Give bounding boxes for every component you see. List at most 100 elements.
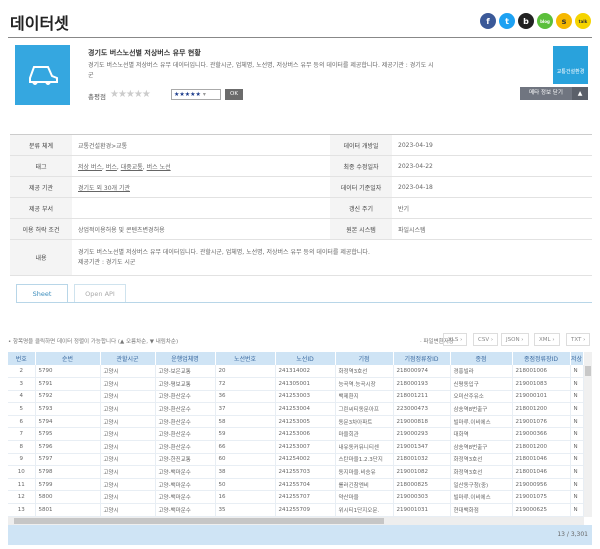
kakaostory-icon[interactable]: s — [556, 13, 572, 29]
table-row[interactable]: 135801고양시고양-백마운수35241255709위시티1단지오문.2190… — [8, 504, 583, 517]
provider-link[interactable]: 경기도 외 30개 기관 — [78, 185, 130, 192]
table-row[interactable]: 45792고양시고양-환산운수36241253003백제환지218001211오… — [8, 390, 583, 403]
kakaotalk-icon[interactable]: talk — [575, 13, 591, 29]
info-key: 원본 시스템 — [330, 219, 392, 240]
column-header[interactable]: 순번 — [35, 352, 100, 365]
table-cell: 화정역3호선 — [450, 453, 512, 466]
table-cell: 고양시 — [100, 378, 155, 391]
column-header[interactable]: 기점 — [335, 352, 393, 365]
table-cell: 72 — [215, 378, 275, 391]
table-cell: 241253005 — [275, 415, 335, 428]
table-cell: 5790 — [35, 365, 100, 378]
column-header[interactable]: 저상 — [570, 352, 583, 365]
rating-ok-button[interactable]: OK — [225, 89, 243, 100]
table-row[interactable]: 35791고양시고양-평보교통72241305001능곡역.능곡시장218000… — [8, 378, 583, 391]
table-cell: 고양시 — [100, 428, 155, 441]
data-grid: 번호순번관할시군운행업체명노선번호노선ID기점기점정류장ID종점종점정류장ID저… — [8, 352, 592, 517]
table-cell: 38 — [215, 466, 275, 479]
meta-info-toggle-button[interactable]: 메타 정보 닫기 — [520, 87, 572, 100]
download-txt-button[interactable]: TXT › — [566, 333, 590, 346]
table-cell: 13 — [8, 504, 35, 517]
column-header[interactable]: 운행업체명 — [155, 352, 215, 365]
tag-link[interactable]: 버스 노선 — [147, 164, 171, 171]
column-header[interactable]: 노선ID — [275, 352, 335, 365]
table-cell: 219001083 — [512, 378, 570, 391]
table-cell: 12 — [8, 491, 35, 504]
tag-link[interactable]: 버스 — [106, 164, 117, 171]
vertical-scroll-thumb[interactable] — [585, 366, 591, 376]
info-row: 내용경기도 버스노선별 저상버스 유무 데이터입니다. 관할시군, 업체명, 노… — [10, 240, 592, 276]
table-cell: 5798 — [35, 466, 100, 479]
table-cell: 20 — [215, 365, 275, 378]
info-row: 제공 기관경기도 외 30개 기관데이터 기준일자2023-04-18 — [10, 177, 592, 198]
table-cell: 동지마을.비승유 — [335, 466, 393, 479]
tab-open-api[interactable]: Open API — [74, 284, 126, 303]
table-cell: 218001046 — [512, 466, 570, 479]
table-row[interactable]: 115799고양시고양-백마운수50241255704롤러긴참엔비2180008… — [8, 478, 583, 491]
table-row[interactable]: 65794고양시고양-환산운수58241253005동문3차아파트2190008… — [8, 415, 583, 428]
info-row: 분류 체계교통건설환경>교통데이터 개방일2023-04-19 — [10, 135, 592, 156]
grid-footer — [8, 525, 592, 545]
table-row[interactable]: 95797고양시고양-한진교통60241254002스탄마을1.2.3단지218… — [8, 453, 583, 466]
column-header[interactable]: 종점정류장ID — [512, 352, 570, 365]
horizontal-scroll-thumb[interactable] — [14, 518, 384, 524]
info-value: 파일시스템 — [392, 219, 592, 240]
download-json-button[interactable]: JSON › — [501, 333, 529, 346]
twitter-icon[interactable]: t — [499, 13, 515, 29]
info-key: 최종 수정일자 — [330, 156, 392, 177]
band-icon[interactable]: b — [518, 13, 534, 29]
table-cell: 현대백화점 — [450, 504, 512, 517]
tag-link[interactable]: 저상 버스 — [78, 164, 102, 171]
column-header[interactable]: 번호 — [8, 352, 35, 365]
column-header[interactable]: 종점 — [450, 352, 512, 365]
table-cell: 고양시 — [100, 365, 155, 378]
download-xls-button[interactable]: XLS › — [443, 333, 467, 346]
table-row[interactable]: 105798고양시고양-백마운수38241255703동지마을.비승유21900… — [8, 466, 583, 479]
table-row[interactable]: 25790고양시고양-보은교통20241314002화정역3호선21800097… — [8, 365, 583, 378]
table-row[interactable]: 85796고양시고양-환산운수66241253007내유동커뮤니티센219001… — [8, 441, 583, 454]
table-cell: 고양-백마운수 — [155, 478, 215, 491]
table-cell: 218000193 — [393, 378, 450, 391]
table-cell: 50 — [215, 478, 275, 491]
table-cell: 5793 — [35, 403, 100, 416]
rating-select[interactable]: ★★★★★ ▾ — [171, 89, 221, 100]
download-csv-button[interactable]: CSV › — [473, 333, 498, 346]
vertical-scrollbar[interactable] — [584, 352, 592, 517]
table-cell: 223000473 — [393, 403, 450, 416]
table-row[interactable]: 75795고양시고양-환산운수59241253006마을회관219000293대… — [8, 428, 583, 441]
table-cell: 백제환지 — [335, 390, 393, 403]
blog-icon[interactable]: blog — [537, 13, 553, 29]
table-cell: N — [570, 466, 583, 479]
table-cell: N — [570, 491, 583, 504]
download-xml-button[interactable]: XML › — [534, 333, 560, 346]
table-cell: 고양시 — [100, 491, 155, 504]
column-header[interactable]: 기점정류장ID — [393, 352, 450, 365]
table-cell: 219000366 — [512, 428, 570, 441]
info-value: 경기도 외 30개 기관 — [72, 177, 330, 198]
info-value: 2023-04-19 — [392, 135, 592, 156]
chevron-down-icon: ▾ — [203, 91, 206, 98]
table-cell: 고양시 — [100, 403, 155, 416]
tag-link[interactable]: 대중교통 — [121, 164, 143, 171]
info-value — [72, 198, 330, 219]
info-content: 경기도 버스노선별 저상버스 유무 데이터입니다. 관할시군, 업체명, 노선명… — [72, 240, 592, 276]
table-cell: 16 — [215, 491, 275, 504]
table-row[interactable]: 55793고양시고양-환산운수37241253004그린씨티동문아프223000… — [8, 403, 583, 416]
table-cell: 5 — [8, 403, 35, 416]
dataset-car-icon — [15, 45, 70, 105]
column-header[interactable]: 노선번호 — [215, 352, 275, 365]
table-row[interactable]: 125800고양시고양-백마운수16241255707약산마을219000303… — [8, 491, 583, 504]
tab-sheet[interactable]: Sheet — [16, 284, 68, 303]
facebook-icon[interactable]: f — [480, 13, 496, 29]
info-key: 제공 기관 — [10, 177, 72, 198]
chevron-up-icon[interactable]: ▲ — [572, 87, 588, 100]
info-value: 교통건설환경>교통 — [72, 135, 330, 156]
info-key: 이용 허락 조건 — [10, 219, 72, 240]
table-cell: 35 — [215, 504, 275, 517]
table-cell: N — [570, 365, 583, 378]
table-cell: 화정역3호선 — [450, 466, 512, 479]
column-header[interactable]: 관할시군 — [100, 352, 155, 365]
table-cell: 219000625 — [512, 504, 570, 517]
table-cell: 241255704 — [275, 478, 335, 491]
table-cell: 스탄마을1.2.3단지 — [335, 453, 393, 466]
